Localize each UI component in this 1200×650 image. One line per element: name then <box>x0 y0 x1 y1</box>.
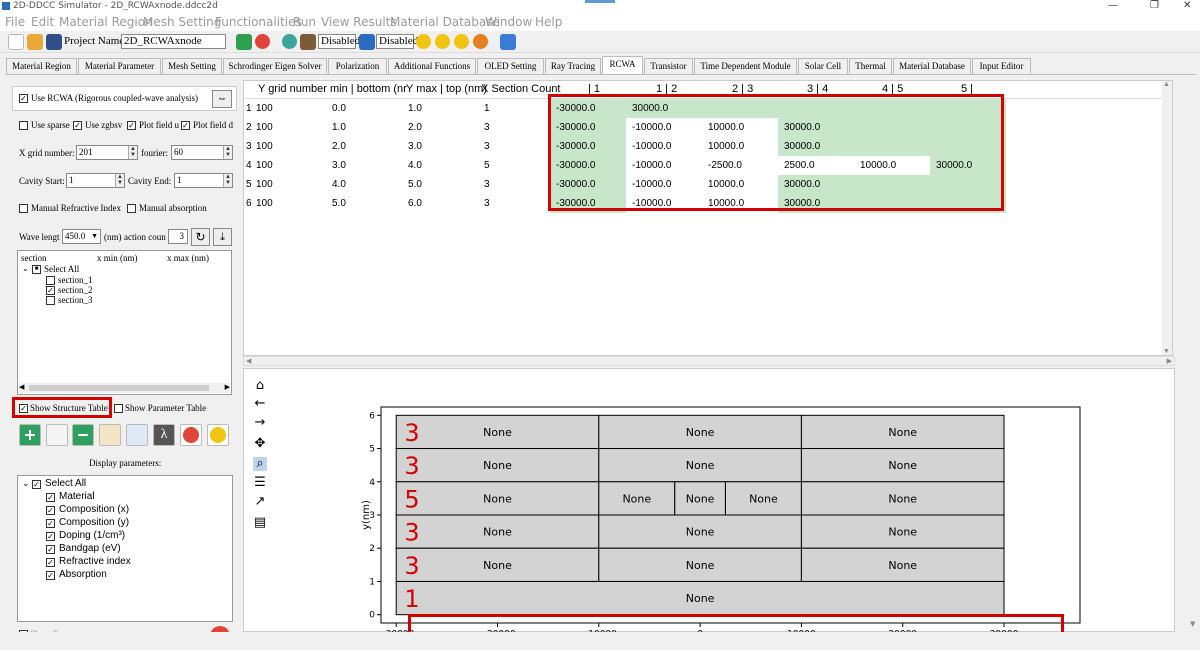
region-label: None <box>888 459 917 472</box>
region-label: None <box>483 459 512 472</box>
region-label: None <box>483 426 512 439</box>
app-window: { "window": { "title": "2D-DDCC Simulato… <box>0 0 1200 650</box>
y-axis-label: y(nm) <box>361 500 372 530</box>
y-tick-label: 6 <box>369 411 375 421</box>
y-tick-label: 2 <box>369 544 375 554</box>
region-label: None <box>686 492 715 505</box>
scroll-down-icon[interactable]: ▼ <box>1190 620 1195 628</box>
y-tick-label: 4 <box>369 478 375 488</box>
region-label: None <box>483 559 512 572</box>
structure-plot: None None None 3 None None None 3 None None None No… <box>361 406 1081 640</box>
region-label: None <box>622 492 651 505</box>
y-tick-label: 1 <box>369 577 375 587</box>
region-label: None <box>888 492 917 505</box>
layer-section-count: 3 <box>404 452 419 480</box>
region-label: None <box>686 592 715 605</box>
layer-section-count: 3 <box>404 519 419 547</box>
region-label: None <box>686 426 715 439</box>
window-v-scrollbar[interactable]: ▼ <box>1188 80 1200 632</box>
region-label: None <box>888 559 917 572</box>
region-label: None <box>686 559 715 572</box>
layer-section-count: 5 <box>404 485 419 513</box>
status-bar <box>0 632 1200 650</box>
y-tick-label: 5 <box>369 445 375 455</box>
y-tick-label: 0 <box>369 611 375 621</box>
region-label: None <box>888 426 917 439</box>
layer-section-count: 3 <box>404 552 419 580</box>
region-label: None <box>686 459 715 472</box>
region-label: None <box>483 492 512 505</box>
region-label: None <box>483 526 512 539</box>
region-label: None <box>888 526 917 539</box>
region-label: None <box>749 492 778 505</box>
layer-section-count: 3 <box>404 419 419 447</box>
region-label: None <box>686 526 715 539</box>
layer-section-count: 1 <box>404 585 419 613</box>
